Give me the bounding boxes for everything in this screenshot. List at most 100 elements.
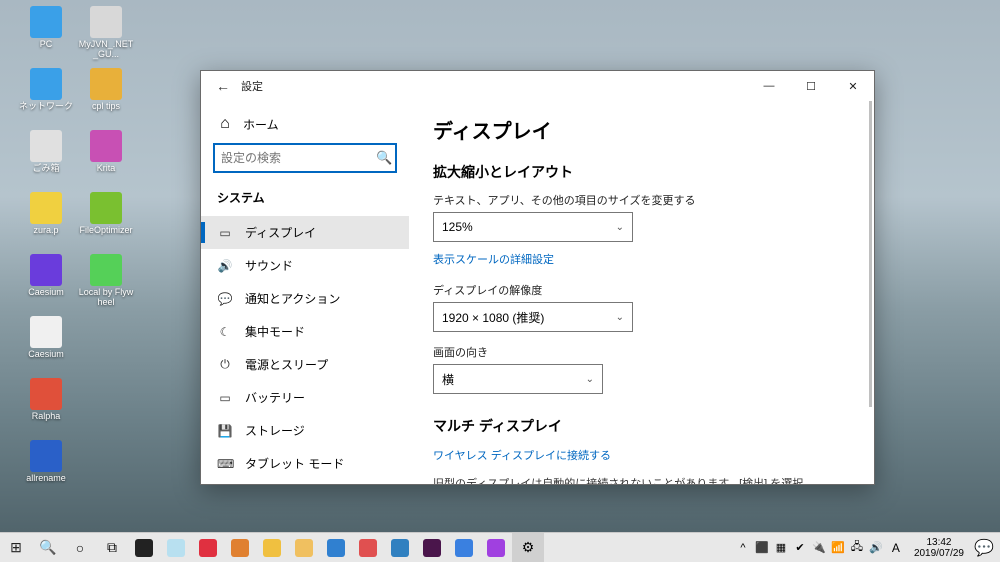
nav-item-マルチタスク[interactable]: ⊞マルチタスク: [201, 480, 409, 484]
taskbar-figma[interactable]: [480, 533, 512, 562]
icon-label: ネットワーク: [18, 102, 74, 112]
nav-label: 電源とスリープ: [245, 356, 328, 373]
back-button[interactable]: ←: [209, 78, 237, 94]
icon-label: allrename: [18, 474, 74, 484]
tray-icon-0[interactable]: ^: [735, 540, 751, 556]
opera-icon: [199, 539, 217, 557]
taskbar-todoist[interactable]: [352, 533, 384, 562]
desktop-icon-allrename[interactable]: allrename: [18, 440, 74, 484]
desktop-icon-FileOptimizer[interactable]: FileOptimizer: [78, 192, 134, 236]
desktop-icon-ごみ箱[interactable]: ごみ箱: [18, 130, 74, 174]
nav-item-電源とスリープ[interactable]: ⏻ 電源とスリープ: [201, 348, 409, 381]
icon-label: PC: [18, 40, 74, 50]
taskbar-slack[interactable]: [416, 533, 448, 562]
close-button[interactable]: ✕: [832, 71, 874, 101]
resolution-select[interactable]: 1920 × 1080 (推奨) ⌄: [433, 302, 633, 332]
taskbar-chrome[interactable]: [256, 533, 288, 562]
desktop-icon-zura.p[interactable]: zura.p: [18, 192, 74, 236]
nav-label: タブレット モード: [245, 455, 344, 472]
nav-label: バッテリー: [245, 389, 305, 406]
tray-icon-3[interactable]: ✔: [792, 540, 808, 556]
taskbar-search[interactable]: 🔍: [32, 533, 64, 562]
nav-item-集中モード[interactable]: ☾集中モード: [201, 315, 409, 348]
taskbar-taskview[interactable]: ⧉: [96, 533, 128, 562]
taskbar-cortana[interactable]: ○: [64, 533, 96, 562]
clock[interactable]: 13:42 2019/07/29: [908, 537, 970, 559]
desktop-icon-Ralpha[interactable]: Ralpha: [18, 378, 74, 422]
search-icon: 🔍: [376, 150, 392, 166]
tray-icon-6[interactable]: 🖧: [849, 540, 865, 556]
icon-label: FileOptimizer: [78, 226, 134, 236]
desktop-icon-Caesium[interactable]: Caesium: [18, 254, 74, 298]
scale-select[interactable]: 125% ⌄: [433, 212, 633, 242]
nav-label: ストレージ: [245, 422, 305, 439]
app-icon: [30, 130, 62, 162]
taskbar-start[interactable]: ⊞: [0, 533, 32, 562]
search-box[interactable]: 🔍: [213, 143, 397, 173]
orientation-select[interactable]: 横 ⌄: [433, 364, 603, 394]
tray-icon-7[interactable]: 🔊: [868, 540, 884, 556]
icon-label: Caesium: [18, 288, 74, 298]
nav-label: 通知とアクション: [245, 290, 340, 307]
page-title: ディスプレイ: [433, 115, 850, 144]
nav-item-バッテリー[interactable]: ▭バッテリー: [201, 381, 409, 414]
taskbar-store[interactable]: [128, 533, 160, 562]
group-header: システム: [201, 185, 409, 216]
wireless-display-link[interactable]: ワイヤレス ディスプレイに接続する: [433, 447, 611, 463]
nav-icon: ⌨: [217, 457, 233, 471]
taskbar-settings[interactable]: ⚙: [512, 533, 544, 562]
icon-label: Caesium: [18, 350, 74, 360]
section-scale-title: 拡大縮小とレイアウト: [433, 162, 850, 182]
taskbar-firefox[interactable]: [224, 533, 256, 562]
icon-label: zura.p: [18, 226, 74, 236]
nav-item-サウンド[interactable]: 🔊 サウンド: [201, 249, 409, 282]
taskbar-todo[interactable]: [448, 533, 480, 562]
clock-time: 13:42: [914, 537, 964, 548]
app-icon: [30, 378, 62, 410]
slack-icon: [423, 539, 441, 557]
desktop-icon-Krita[interactable]: Krita: [78, 130, 134, 174]
action-center-icon[interactable]: 💬: [974, 538, 994, 558]
ime-indicator[interactable]: A: [888, 540, 904, 556]
desktop-icon-PC[interactable]: PC: [18, 6, 74, 50]
nav-label: サウンド: [245, 257, 293, 274]
app-icon: [30, 6, 62, 38]
section-multi-title: マルチ ディスプレイ: [433, 416, 850, 436]
resolution-value: 1920 × 1080 (推奨): [442, 309, 544, 326]
taskbar-opera[interactable]: [192, 533, 224, 562]
search-input[interactable]: [221, 151, 376, 165]
home-link[interactable]: ⌂ ホーム: [201, 109, 409, 143]
nav-icon: 🔊: [217, 259, 233, 273]
tray-icon-4[interactable]: 🔌: [811, 540, 827, 556]
todo-icon: [455, 539, 473, 557]
scrollbar[interactable]: [869, 101, 872, 407]
desktop-icon-MyJVN_.NET_GU...[interactable]: MyJVN_.NET_GU...: [78, 6, 134, 60]
settings-sidebar: ⌂ ホーム 🔍 システム ▭ディスプレイ 🔊 サウンド 💬通知とアクション☾集中モード…: [201, 101, 409, 484]
nav-item-ストレージ[interactable]: 💾ストレージ: [201, 414, 409, 447]
taskbar: ⊞🔍○⧉ ⚙ ^⬛▦✔🔌📶🖧🔊 A 13:42 2019/07/29 💬: [0, 532, 1000, 562]
taskbar-vscode[interactable]: [384, 533, 416, 562]
advanced-scale-link[interactable]: 表示スケールの詳細設定: [433, 251, 554, 267]
todoist-icon: [359, 539, 377, 557]
desktop-icon-cpl tips[interactable]: cpl tips: [78, 68, 134, 112]
tray-icon-2[interactable]: ▦: [773, 540, 789, 556]
tray-icon-1[interactable]: ⬛: [754, 540, 770, 556]
nav-item-通知とアクション[interactable]: 💬通知とアクション: [201, 282, 409, 315]
nav-label: 集中モード: [245, 323, 305, 340]
tray-icon-5[interactable]: 📶: [830, 540, 846, 556]
nav-item-タブレット モード[interactable]: ⌨ タブレット モード: [201, 447, 409, 480]
firefox-icon: [231, 539, 249, 557]
desktop-icon-Caesium[interactable]: Caesium: [18, 316, 74, 360]
window-title: 設定: [241, 78, 263, 94]
taskbar-thunderbird[interactable]: [320, 533, 352, 562]
desktop-icon-Local by Flywheel[interactable]: Local by Flywheel: [78, 254, 134, 308]
maximize-button[interactable]: ☐: [790, 71, 832, 101]
minimize-button[interactable]: —: [748, 71, 790, 101]
app-icon: [90, 68, 122, 100]
taskbar-explorer[interactable]: [288, 533, 320, 562]
nav-icon: ⏻: [217, 357, 233, 372]
nav-item-ディスプレイ[interactable]: ▭ディスプレイ: [201, 216, 409, 249]
taskbar-itunes[interactable]: [160, 533, 192, 562]
icon-label: Krita: [78, 164, 134, 174]
desktop-icon-ネットワーク[interactable]: ネットワーク: [18, 68, 74, 112]
